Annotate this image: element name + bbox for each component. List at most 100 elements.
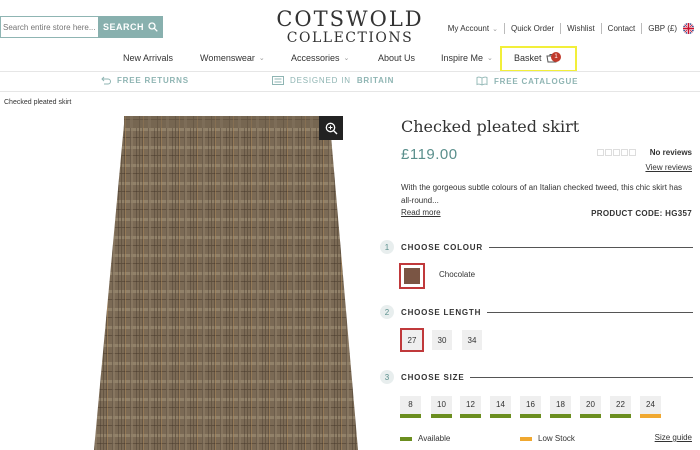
size-option-10[interactable]: 10 bbox=[431, 396, 452, 418]
usp-designed-in-britain[interactable]: DESIGNED IN BRITAIN bbox=[272, 76, 394, 85]
basket-count-badge: 1 bbox=[551, 52, 561, 62]
quick-order-link[interactable]: Quick Order bbox=[511, 24, 554, 33]
nav-label: Womenswear bbox=[200, 53, 255, 63]
colour-swatch-chocolate[interactable] bbox=[399, 263, 425, 289]
size-label: 12 bbox=[466, 400, 475, 409]
usp-designed-place: BRITAIN bbox=[356, 76, 395, 85]
stock-indicator bbox=[550, 414, 571, 418]
choose-size-header: 3 CHOOSE SIZE bbox=[380, 370, 693, 384]
chevron-down-icon: ⌄ bbox=[492, 25, 498, 33]
uk-flag-icon bbox=[683, 23, 694, 34]
size-option-18[interactable]: 18 bbox=[550, 396, 571, 418]
choose-colour-header: 1 CHOOSE COLOUR bbox=[380, 240, 693, 254]
size-label: 18 bbox=[556, 400, 565, 409]
step-number: 3 bbox=[380, 370, 394, 384]
usp-free-catalogue[interactable]: FREE CATALOGUE bbox=[476, 76, 578, 86]
main-nav: New Arrivals Womenswear ⌄ Accessories ⌄ Ab… bbox=[0, 50, 700, 70]
search-button-label: SEARCH bbox=[102, 22, 144, 32]
usp-free-returns[interactable]: FREE RETURNS bbox=[100, 76, 189, 85]
label-tag-icon bbox=[272, 76, 284, 85]
low-stock-label: Low Stock bbox=[538, 434, 575, 443]
nav-item-about-us[interactable]: About Us bbox=[378, 53, 415, 63]
usp-bar: FREE RETURNS DESIGNED IN BRITAIN FREE CAT… bbox=[0, 71, 700, 92]
size-option-16[interactable]: 16 bbox=[520, 396, 541, 418]
step-label: CHOOSE LENGTH bbox=[401, 307, 482, 317]
usp-returns-label: FREE RETURNS bbox=[117, 76, 189, 85]
utility-nav: My Account ⌄ Quick Order Wishlist Contact… bbox=[448, 23, 694, 34]
reviews-summary: No reviews View reviews bbox=[596, 148, 692, 172]
zoom-button[interactable] bbox=[319, 116, 343, 140]
size-option-20[interactable]: 20 bbox=[580, 396, 601, 418]
search-bar: SEARCH bbox=[0, 16, 163, 38]
logo-line2: COLLECTIONS bbox=[286, 30, 414, 46]
size-option-14[interactable]: 14 bbox=[490, 396, 511, 418]
available-key bbox=[400, 436, 412, 441]
size-label: 20 bbox=[586, 400, 595, 409]
nav-item-inspire-me[interactable]: Inspire Me ⌄ bbox=[441, 53, 493, 63]
divider bbox=[600, 23, 602, 34]
review-count: No reviews bbox=[649, 148, 692, 157]
my-account-label: My Account bbox=[447, 24, 490, 33]
wishlist-link[interactable]: Wishlist bbox=[567, 24, 595, 33]
size-option-8[interactable]: 8 bbox=[400, 396, 421, 418]
read-more-link[interactable]: Read more bbox=[401, 208, 441, 217]
length-option-27[interactable]: 27 bbox=[400, 328, 424, 352]
selected-colour-name: Chocolate bbox=[439, 270, 476, 279]
divider bbox=[488, 246, 693, 248]
catalogue-icon bbox=[476, 76, 488, 86]
size-label: 16 bbox=[526, 400, 535, 409]
product-title: Checked pleated skirt bbox=[401, 117, 580, 136]
my-account-link[interactable]: My Account ⌄ bbox=[448, 24, 498, 33]
site-logo[interactable]: COTSWOLD COLLECTIONS bbox=[250, 8, 450, 46]
stock-indicator bbox=[431, 414, 452, 418]
nav-item-new-arrivals[interactable]: New Arrivals bbox=[123, 53, 173, 63]
divider bbox=[503, 23, 505, 34]
low-stock-key bbox=[520, 436, 532, 441]
skirt-image bbox=[94, 116, 358, 450]
stock-indicator bbox=[460, 414, 481, 418]
nav-label: Accessories bbox=[291, 53, 340, 63]
usp-catalogue-label: FREE CATALOGUE bbox=[494, 76, 579, 86]
search-button[interactable]: SEARCH bbox=[98, 16, 163, 38]
basket-highlight bbox=[500, 46, 577, 72]
nav-item-womenswear[interactable]: Womenswear ⌄ bbox=[200, 53, 265, 63]
swatch-fill bbox=[404, 268, 420, 284]
product-image[interactable] bbox=[94, 110, 358, 450]
size-label: 24 bbox=[646, 400, 655, 409]
product-price: £119.00 bbox=[401, 146, 458, 163]
divider bbox=[641, 23, 643, 34]
size-option-12[interactable]: 12 bbox=[460, 396, 481, 418]
step-number: 2 bbox=[380, 305, 394, 319]
stock-indicator bbox=[490, 414, 511, 418]
currency-selector[interactable]: GBP (£) bbox=[648, 23, 694, 34]
size-label: 8 bbox=[408, 400, 413, 409]
chevron-down-icon: ⌄ bbox=[258, 55, 265, 62]
stock-indicator bbox=[580, 414, 601, 418]
divider bbox=[470, 376, 693, 378]
size-option-22[interactable]: 22 bbox=[610, 396, 631, 418]
length-option-30[interactable]: 30 bbox=[432, 330, 452, 350]
legend-available: Available bbox=[400, 434, 450, 443]
product-description: With the gorgeous subtle colours of an I… bbox=[401, 183, 683, 205]
zoom-in-icon bbox=[325, 122, 337, 134]
stock-indicator bbox=[610, 414, 631, 418]
size-label: 10 bbox=[437, 400, 446, 409]
divider bbox=[560, 23, 562, 34]
size-label: 22 bbox=[616, 400, 625, 409]
search-icon bbox=[148, 22, 158, 32]
search-input[interactable] bbox=[0, 16, 98, 38]
chevron-down-icon: ⌄ bbox=[343, 55, 350, 62]
length-option-34[interactable]: 34 bbox=[462, 330, 482, 350]
view-reviews-link[interactable]: View reviews bbox=[597, 163, 692, 172]
size-guide-link[interactable]: Size guide bbox=[655, 433, 692, 442]
nav-label: Inspire Me bbox=[441, 53, 484, 63]
returns-icon bbox=[101, 76, 111, 85]
size-label: 14 bbox=[496, 400, 505, 409]
contact-link[interactable]: Contact bbox=[608, 24, 636, 33]
divider bbox=[487, 311, 693, 313]
rating-stars bbox=[596, 149, 636, 157]
size-option-24[interactable]: 24 bbox=[640, 396, 661, 418]
product-code: PRODUCT CODE: HG357 bbox=[591, 209, 692, 218]
nav-item-accessories[interactable]: Accessories ⌄ bbox=[291, 53, 349, 63]
available-label: Available bbox=[418, 434, 451, 443]
